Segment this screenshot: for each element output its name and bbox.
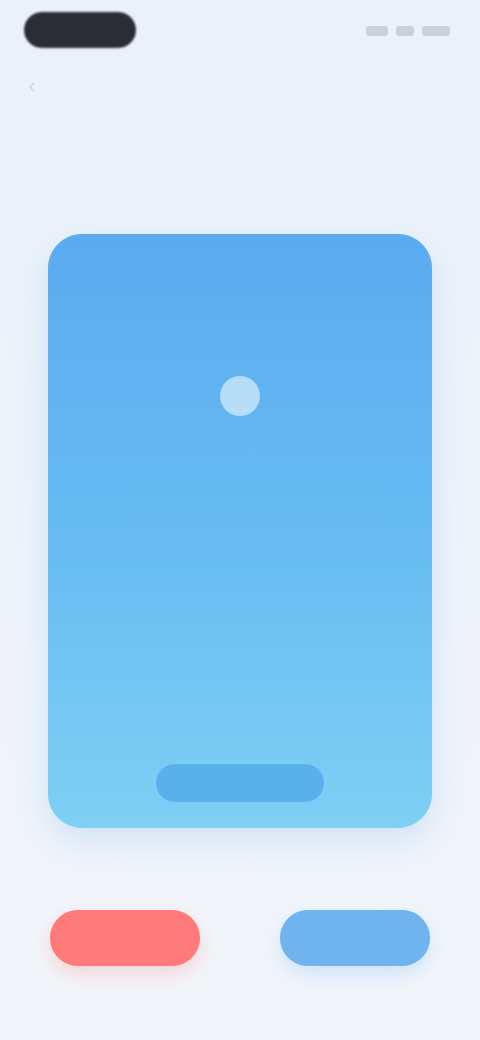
main-card[interactable] — [48, 234, 432, 828]
card-label — [160, 450, 320, 476]
battery-icon — [422, 26, 450, 36]
card-button[interactable] — [156, 764, 324, 802]
reject-button[interactable] — [50, 910, 200, 966]
status-time-pill — [24, 12, 136, 48]
signal-icon — [366, 26, 388, 36]
status-icons — [354, 22, 450, 40]
wifi-icon — [396, 26, 414, 36]
chevron-left-icon[interactable]: ‹ — [20, 72, 44, 100]
app-screen: ‹ — [0, 0, 480, 1040]
page-title — [172, 74, 308, 98]
accept-button[interactable] — [280, 910, 430, 966]
navigation-bar: ‹ — [0, 62, 480, 110]
circle-icon — [220, 376, 260, 416]
status-bar — [0, 0, 480, 60]
